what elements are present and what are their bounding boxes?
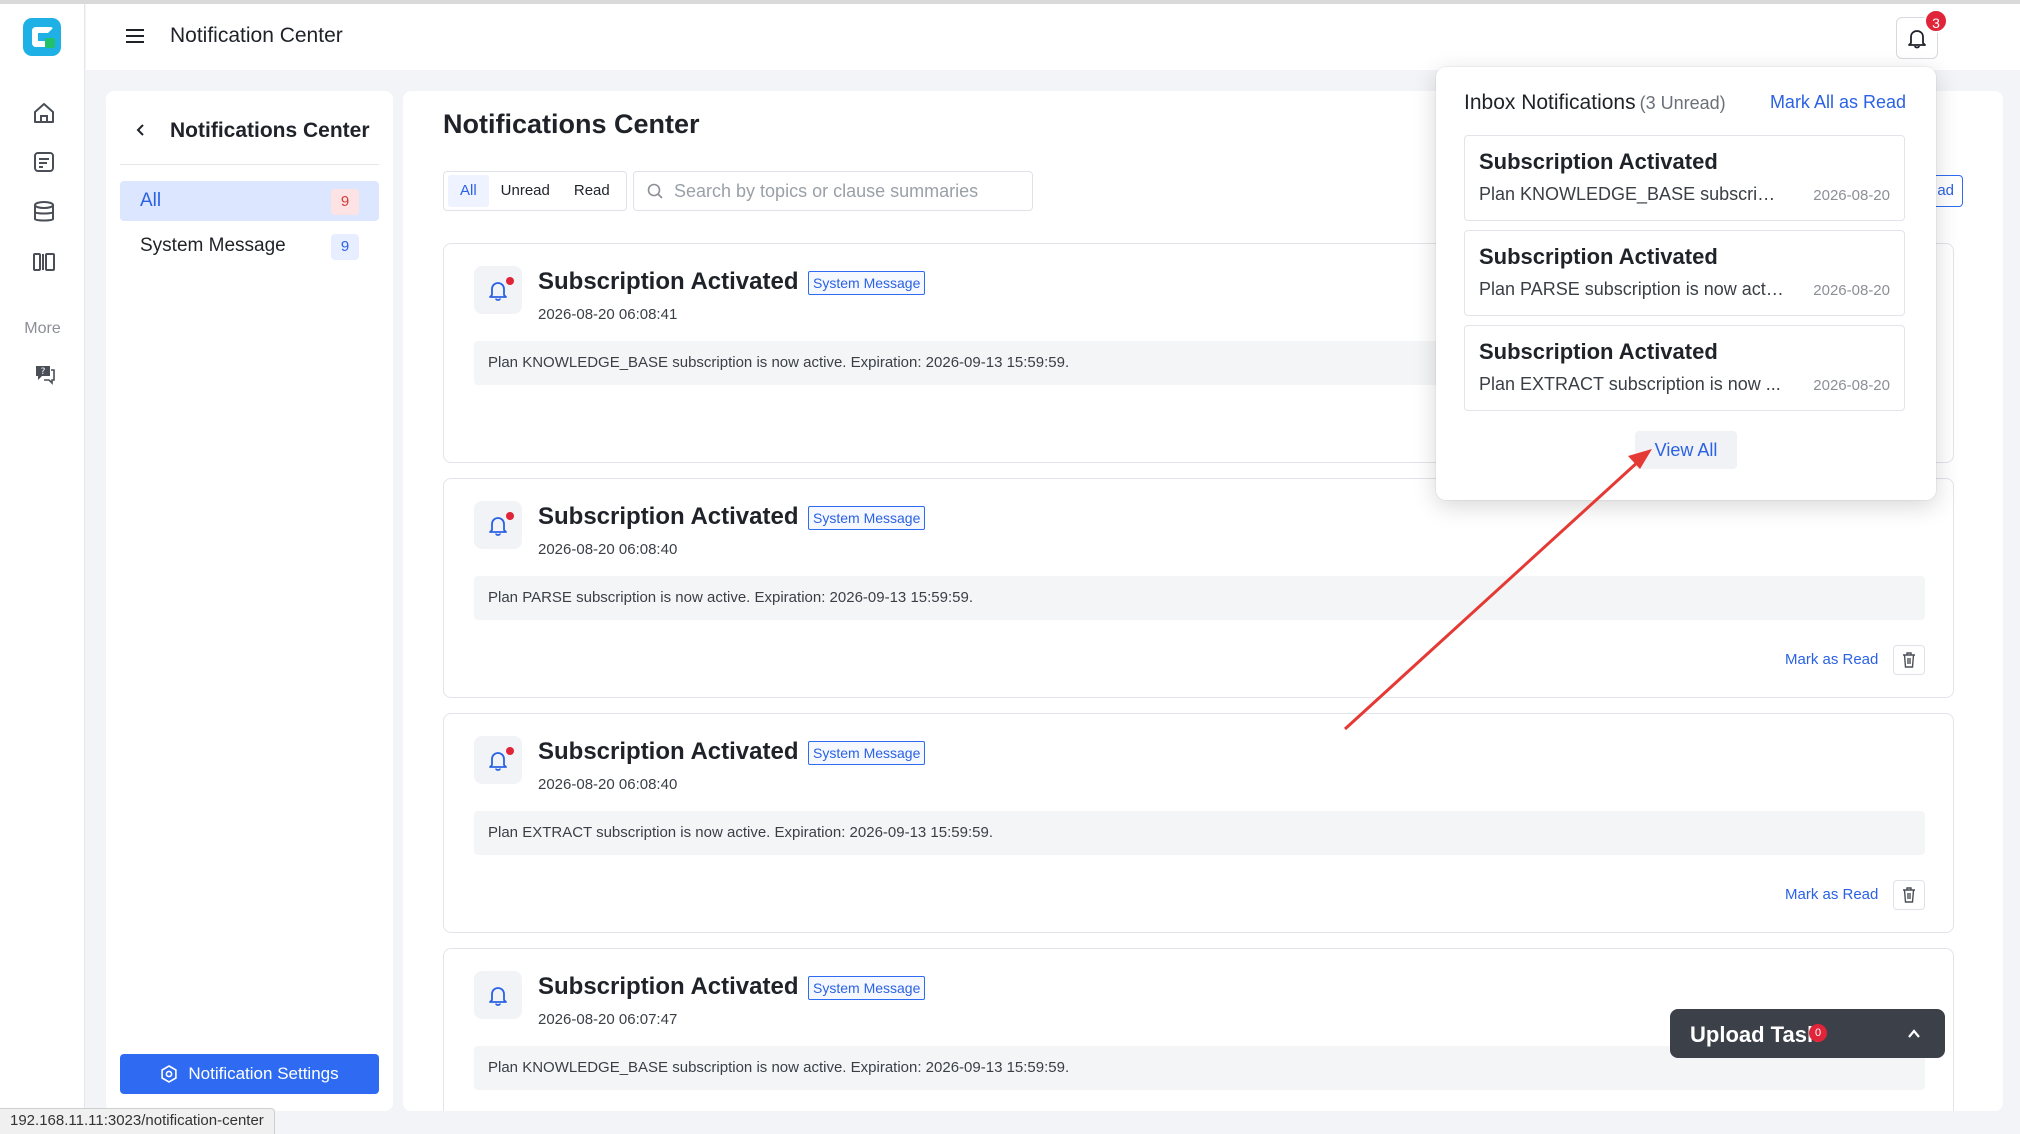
chevron-up-icon[interactable]: [1905, 1025, 1923, 1043]
notification-settings-button[interactable]: Notification Settings: [120, 1054, 379, 1094]
card-message: Plan PARSE subscription is now active. E…: [474, 576, 1925, 620]
unread-dot: [506, 747, 514, 755]
trash-icon: [1903, 652, 1915, 668]
url-status-bar: 192.168.11.11:3023/notification-center: [0, 1108, 275, 1134]
card-title: Subscription Activated: [538, 738, 799, 765]
filter-unread[interactable]: Unread: [489, 175, 562, 207]
inbox-item-title: Subscription Activated: [1479, 244, 1718, 269]
card-timestamp: 2026-08-20 06:07:47: [538, 1011, 678, 1028]
card-title: Subscription Activated: [538, 503, 799, 530]
panel-divider: [120, 164, 379, 165]
inbox-item[interactable]: Subscription Activated Plan KNOWLEDGE_BA…: [1464, 135, 1905, 221]
notification-card: Subscription Activated System Message 20…: [443, 478, 1954, 698]
category-tag: System Message: [808, 976, 926, 1000]
bell-icon: [1908, 30, 1926, 49]
delete-button[interactable]: [1893, 645, 1925, 675]
svg-text:?: ?: [41, 367, 46, 377]
category-label: System Message: [140, 235, 286, 256]
database-icon[interactable]: [31, 199, 57, 225]
category-tag: System Message: [808, 741, 926, 765]
app-logo[interactable]: [23, 18, 61, 56]
mark-all-as-read-link[interactable]: Mark All as Read: [1770, 92, 1906, 113]
upload-task-label: Upload Task: [1690, 1022, 1820, 1047]
inbox-item-date: 2026-08-20: [1813, 187, 1890, 204]
popover-title-text: Inbox Notifications: [1464, 91, 1636, 114]
card-timestamp: 2026-08-20 06:08:40: [538, 541, 678, 558]
document-list-icon[interactable]: [31, 149, 57, 175]
logo-accent: [45, 38, 55, 48]
view-all-button[interactable]: View All: [1635, 431, 1737, 469]
back-chevron-icon[interactable]: [132, 121, 150, 139]
search-icon: [647, 183, 663, 199]
search-box: [633, 171, 1033, 211]
read-filter-group: All Unread Read: [443, 171, 627, 211]
bell-icon: [474, 736, 522, 784]
popover-title: Inbox Notifications (3 Unread): [1464, 91, 1726, 115]
inbox-item[interactable]: Subscription Activated Plan EXTRACT subs…: [1464, 325, 1905, 411]
mark-as-read-link[interactable]: Mark as Read: [1785, 886, 1878, 903]
bell-icon: [474, 971, 522, 1019]
unread-dot: [506, 512, 514, 520]
help-chat-icon[interactable]: ?: [31, 360, 57, 386]
card-timestamp: 2026-08-20 06:08:41: [538, 306, 678, 323]
card-message: Plan EXTRACT subscription is now active.…: [474, 811, 1925, 855]
inbox-item-title: Subscription Activated: [1479, 149, 1718, 174]
panel-title: Notifications Center: [170, 119, 370, 142]
unread-dot: [506, 277, 514, 285]
bell-icon: [474, 501, 522, 549]
inbox-item-summary: Plan KNOWLEDGE_BASE subscripti...: [1479, 184, 1784, 204]
header-title: Notification Center: [170, 24, 343, 47]
settings-gear-icon: [161, 1065, 178, 1083]
columns-icon[interactable]: [31, 249, 57, 275]
inbox-item-title: Subscription Activated: [1479, 339, 1718, 364]
category-item-all[interactable]: All 9: [120, 181, 379, 221]
search-input[interactable]: [674, 180, 1014, 202]
inbox-item-summary: Plan EXTRACT subscription is now ...: [1479, 374, 1781, 394]
card-title: Subscription Activated: [538, 973, 799, 1000]
unread-count-text: (3 Unread): [1639, 93, 1726, 113]
delete-button[interactable]: [1893, 880, 1925, 910]
inbox-notifications-popover: Inbox Notifications (3 Unread) Mark All a…: [1436, 67, 1936, 500]
left-rail: More ?: [0, 4, 85, 1134]
menu-toggle-icon[interactable]: [124, 26, 146, 46]
inbox-item-summary: Plan PARSE subscription is now acti...: [1479, 279, 1784, 299]
home-icon[interactable]: [31, 100, 57, 126]
top-header: Notification Center 3 A: [86, 4, 2020, 70]
card-title: Subscription Activated: [538, 268, 799, 295]
inbox-item[interactable]: Subscription Activated Plan PARSE subscr…: [1464, 230, 1905, 316]
trash-icon: [1903, 887, 1915, 903]
category-panel: Notifications Center All 9 System Messag…: [106, 91, 393, 1111]
settings-label: Notification Settings: [188, 1064, 339, 1083]
notification-card: Subscription Activated System Message 20…: [443, 713, 1954, 933]
filter-read[interactable]: Read: [562, 175, 622, 207]
category-tag: System Message: [808, 506, 926, 530]
notification-count-badge: 3: [1924, 9, 1948, 33]
upload-task-panel[interactable]: Upload Task 0: [1670, 1009, 1945, 1058]
card-timestamp: 2026-08-20 06:08:40: [538, 776, 678, 793]
upload-count-badge: 0: [1809, 1024, 1827, 1042]
category-count: 9: [331, 189, 359, 215]
inbox-item-date: 2026-08-20: [1813, 377, 1890, 394]
category-tag: System Message: [808, 271, 926, 295]
rail-more-label: More: [24, 320, 61, 337]
category-item-system-message[interactable]: System Message 9: [120, 226, 379, 266]
page-title: Notifications Center: [443, 109, 700, 139]
filter-all[interactable]: All: [448, 175, 489, 207]
bell-icon: [474, 266, 522, 314]
category-count: 9: [331, 234, 359, 260]
inbox-item-date: 2026-08-20: [1813, 282, 1890, 299]
mark-as-read-link[interactable]: Mark as Read: [1785, 651, 1878, 668]
category-label: All: [140, 190, 162, 211]
